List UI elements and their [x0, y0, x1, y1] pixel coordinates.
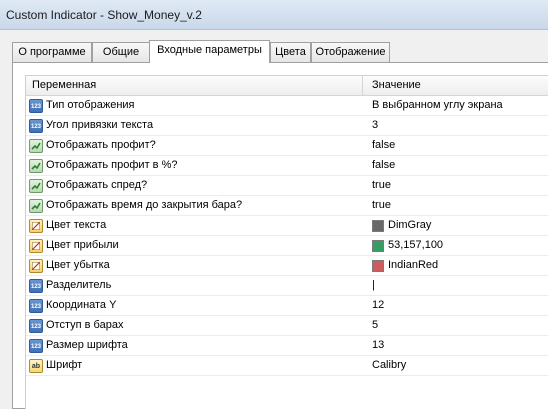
parameter-name: Отображать спред? [46, 179, 148, 191]
parameters-grid: Переменная Значение 123 Тип отображения В … [25, 75, 548, 409]
tab-panel: Переменная Значение 123 Тип отображения В … [12, 62, 548, 409]
parameter-value[interactable]: Calibry [372, 359, 406, 371]
parameter-name: Тип отображения [46, 99, 135, 111]
int-icon: 123 [29, 339, 43, 353]
tab-about[interactable]: О программе [12, 42, 92, 62]
bool-icon [29, 179, 43, 193]
color-swatch [372, 240, 384, 252]
parameter-row[interactable]: 123 Координата Y 12 [26, 296, 548, 316]
string-icon: ab [29, 359, 43, 373]
tab-common[interactable]: Общие [92, 42, 150, 62]
parameter-value[interactable]: 12 [372, 299, 384, 311]
parameter-row[interactable]: ab Шрифт Calibry [26, 356, 548, 376]
int-icon: 123 [29, 299, 43, 313]
parameter-name: Цвет прибыли [46, 239, 119, 251]
parameter-value[interactable]: В выбранном углу экрана [372, 99, 503, 111]
tab-visualization[interactable]: Отображение [311, 42, 390, 62]
parameter-name: Размер шрифта [46, 339, 128, 351]
int-icon: 123 [29, 279, 43, 293]
parameter-name: Отображать время до закрытия бара? [46, 199, 243, 211]
parameter-row[interactable]: Цвет прибыли 53,157,100 [26, 236, 548, 256]
parameter-value[interactable]: 53,157,100 [388, 239, 443, 251]
parameter-name: Угол привязки текста [46, 119, 154, 131]
parameter-name: Отображать профит? [46, 139, 156, 151]
parameter-row[interactable]: Отображать спред? true [26, 176, 548, 196]
parameter-row[interactable]: Цвет текста DimGray [26, 216, 548, 236]
parameter-row[interactable]: Отображать профит? false [26, 136, 548, 156]
grid-header: Переменная Значение [26, 76, 548, 96]
parameter-row[interactable]: 123 Размер шрифта 13 [26, 336, 548, 356]
parameter-row[interactable]: 123 Отступ в барах 5 [26, 316, 548, 336]
parameter-name: Шрифт [46, 359, 83, 371]
color-icon [29, 239, 43, 253]
color-swatch [372, 260, 384, 272]
dialog-body: О программе Общие Входные параметры Цвет… [0, 30, 548, 409]
parameter-name: Разделитель [46, 279, 112, 291]
title-bar: Custom Indicator - Show_Money_v.2 [0, 0, 548, 30]
parameter-value[interactable]: true [372, 179, 391, 191]
parameter-value[interactable]: IndianRed [388, 259, 438, 271]
tab-inputs[interactable]: Входные параметры [149, 40, 270, 63]
parameter-value[interactable]: 5 [372, 319, 378, 331]
parameter-row[interactable]: Отображать время до закрытия бара? true [26, 196, 548, 216]
parameter-row[interactable]: 123 Тип отображения В выбранном углу экран… [26, 96, 548, 116]
parameter-name: Отображать профит в %? [46, 159, 178, 171]
parameter-row[interactable]: 123 Разделитель | [26, 276, 548, 296]
parameter-value[interactable]: 13 [372, 339, 384, 351]
parameter-value[interactable]: false [372, 159, 395, 171]
parameter-row[interactable]: Цвет убытка IndianRed [26, 256, 548, 276]
color-icon [29, 259, 43, 273]
parameter-row[interactable]: Отображать профит в %? false [26, 156, 548, 176]
parameter-value[interactable]: false [372, 139, 395, 151]
parameter-value[interactable]: | [372, 279, 375, 291]
color-icon [29, 219, 43, 233]
parameter-value[interactable]: true [372, 199, 391, 211]
tab-colors[interactable]: Цвета [270, 42, 311, 62]
int-icon: 123 [29, 319, 43, 333]
parameter-name: Отступ в барах [46, 319, 124, 331]
column-header-variable[interactable]: Переменная [32, 79, 96, 91]
column-divider[interactable] [362, 76, 363, 96]
parameter-name: Координата Y [46, 299, 117, 311]
parameter-name: Цвет текста [46, 219, 107, 231]
parameter-row[interactable]: 123 Угол привязки текста 3 [26, 116, 548, 136]
int-icon: 123 [29, 99, 43, 113]
window-title: Custom Indicator - Show_Money_v.2 [6, 8, 202, 22]
column-header-value[interactable]: Значение [372, 79, 421, 91]
parameter-value[interactable]: DimGray [388, 219, 431, 231]
bool-icon [29, 199, 43, 213]
parameter-name: Цвет убытка [46, 259, 110, 271]
parameter-value[interactable]: 3 [372, 119, 378, 131]
bool-icon [29, 159, 43, 173]
color-swatch [372, 220, 384, 232]
int-icon: 123 [29, 119, 43, 133]
bool-icon [29, 139, 43, 153]
